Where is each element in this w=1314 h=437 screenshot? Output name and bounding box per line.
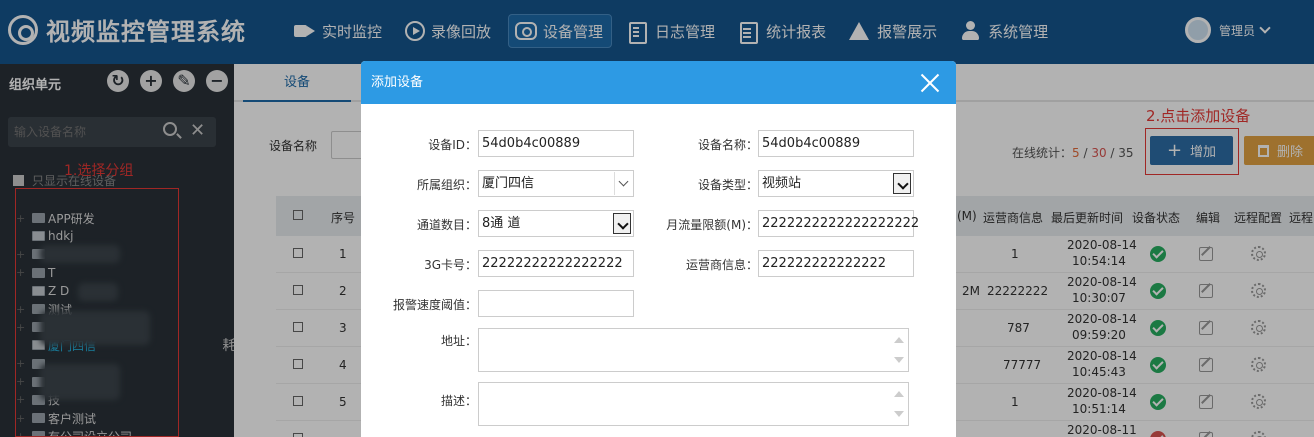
- type-value: 视频站: [762, 176, 802, 191]
- description-textarea[interactable]: [478, 382, 909, 426]
- add-device-dialog: 添加设备 设备ID： 54d0b4c00889 设备名称： 54d0b4c008…: [361, 61, 956, 437]
- device-name-input[interactable]: 54d0b4c00889: [758, 130, 914, 157]
- scroll-down-icon[interactable]: [894, 411, 904, 417]
- address-textarea[interactable]: [478, 328, 909, 372]
- sim-input[interactable]: 22222222222222222: [478, 250, 634, 277]
- channels-value: 8通 道: [482, 216, 521, 231]
- org-select[interactable]: 厦门四信: [478, 170, 634, 197]
- scroll-down-icon[interactable]: [894, 357, 904, 363]
- operator-input[interactable]: 222222222222222: [758, 250, 914, 277]
- chevron-down-icon: [613, 213, 631, 234]
- dialog-title: 添加设备: [361, 61, 956, 104]
- channels-label: 通道数目：: [416, 218, 477, 232]
- scroll-up-icon[interactable]: [894, 391, 904, 397]
- chevron-down-icon: [614, 172, 632, 195]
- sim-label: 3G卡号：: [424, 258, 477, 272]
- description-label: 描述：: [440, 394, 477, 408]
- close-icon[interactable]: [920, 73, 940, 93]
- device-id-label: 设备ID：: [428, 138, 477, 152]
- org-value: 厦门四信: [482, 176, 535, 191]
- type-label: 设备类型：: [697, 178, 758, 192]
- device-id-input[interactable]: 54d0b4c00889: [478, 130, 634, 157]
- operator-label: 运营商信息：: [685, 258, 758, 272]
- chevron-down-icon: [893, 173, 911, 194]
- alarm-threshold-label: 报警速度阈值：: [392, 298, 477, 312]
- device-type-select[interactable]: 视频站: [758, 170, 914, 197]
- device-name-label: 设备名称：: [697, 138, 758, 152]
- address-label: 地址：: [440, 334, 477, 348]
- flow-limit-label: 月流量限额(M)：: [666, 218, 758, 232]
- app-root: 视频监控管理系统 实时监控 录像回放 设备管理 日志管理 统计报表 报警展示 系…: [0, 0, 1314, 437]
- flow-limit-input[interactable]: 2222222222222222222: [758, 210, 919, 237]
- org-label: 所属组织：: [416, 178, 477, 192]
- scroll-up-icon[interactable]: [894, 337, 904, 343]
- channels-select[interactable]: 8通 道: [478, 210, 634, 237]
- alarm-threshold-input[interactable]: [478, 290, 634, 317]
